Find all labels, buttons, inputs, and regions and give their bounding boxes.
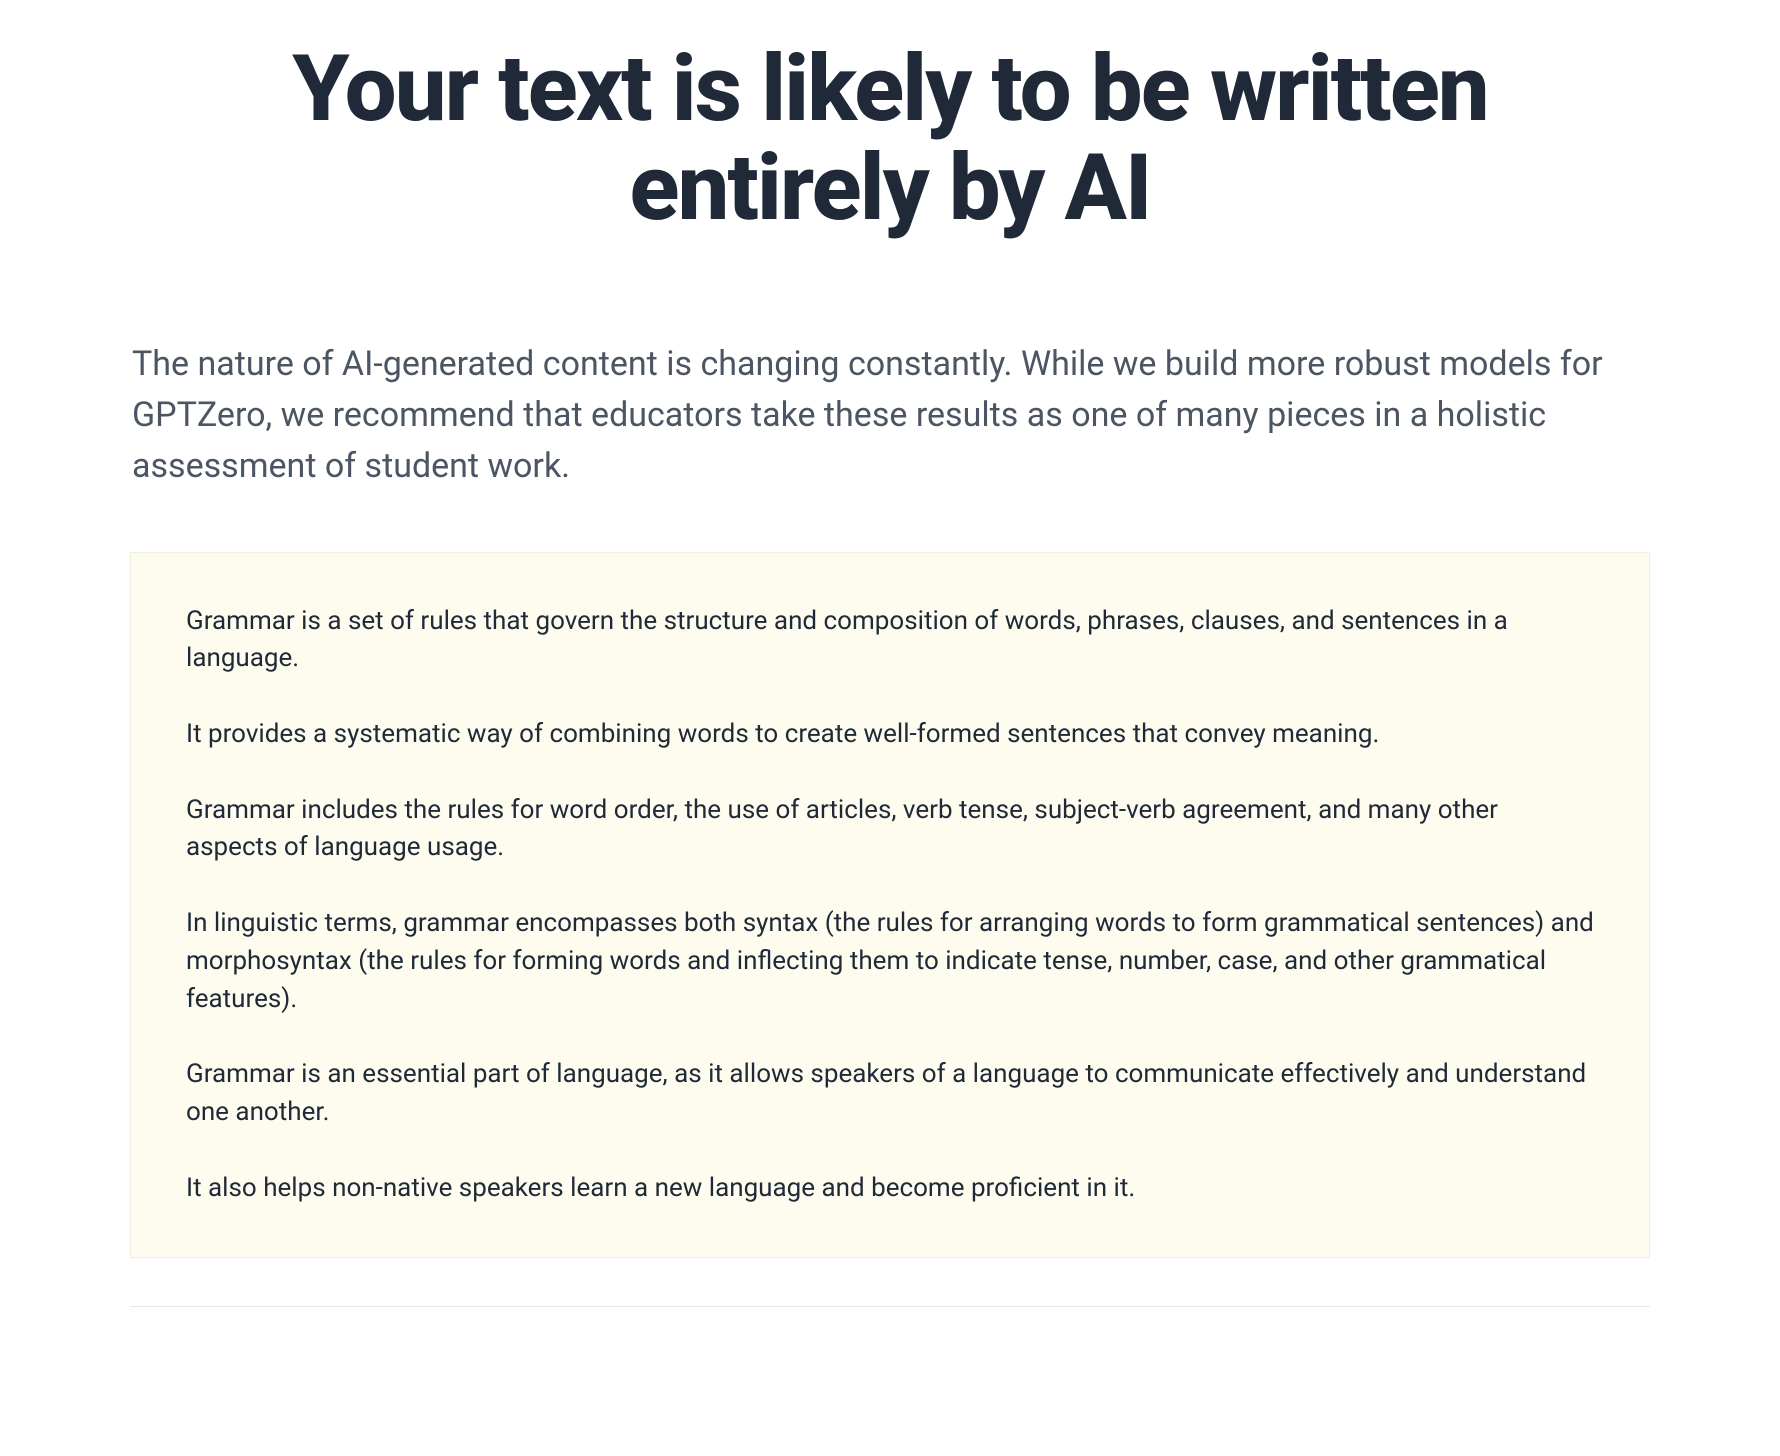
content-paragraph: Grammar includes the rules for word orde…: [186, 792, 1594, 867]
page-title: Your text is likely to be written entire…: [130, 40, 1650, 239]
content-paragraph: It provides a systematic way of combinin…: [186, 716, 1594, 754]
analyzed-text-box: Grammar is a set of rules that govern th…: [130, 552, 1650, 1259]
divider: [130, 1306, 1650, 1307]
content-paragraph: Grammar is a set of rules that govern th…: [186, 603, 1594, 678]
content-paragraph: Grammar is an essential part of language…: [186, 1056, 1594, 1131]
subtitle-text: The nature of AI-generated content is ch…: [130, 339, 1650, 492]
content-paragraph: It also helps non-native speakers learn …: [186, 1170, 1594, 1208]
content-paragraph: In linguistic terms, grammar encompasses…: [186, 905, 1594, 1018]
